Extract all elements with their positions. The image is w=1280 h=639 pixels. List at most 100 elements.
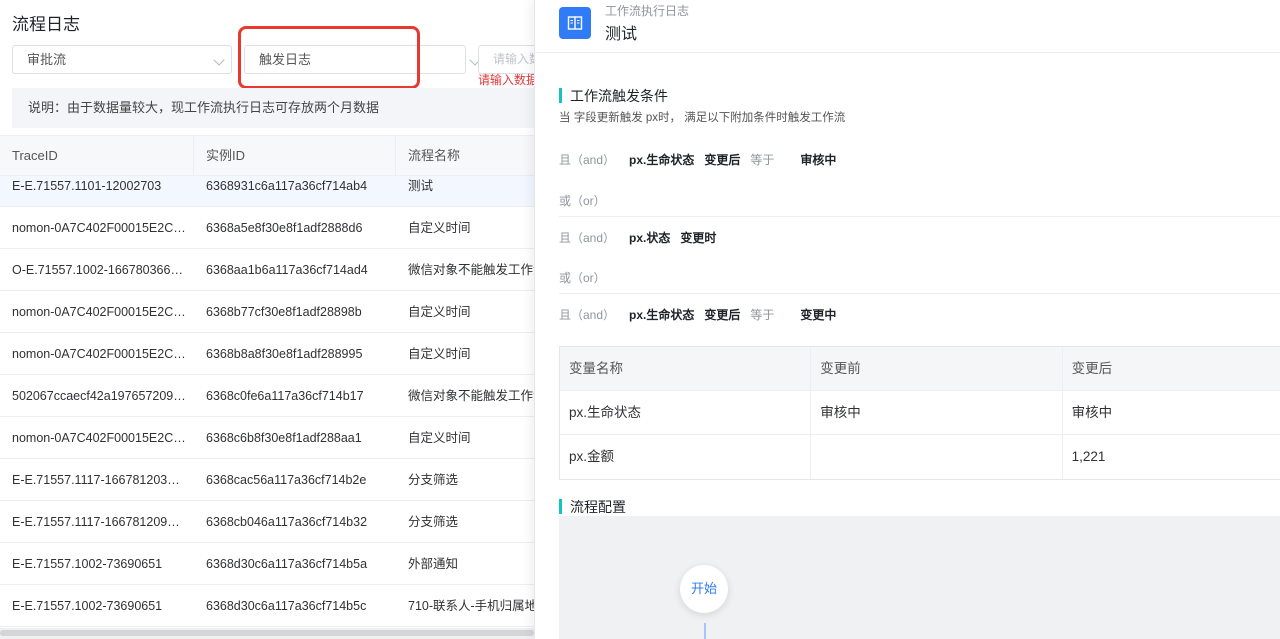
drawer-header: 工作流执行日志 测试 [535,0,1280,53]
table-row[interactable]: E-E.71557.1002-73690651 6368d30c6a117a36c… [0,585,534,627]
condition-row: 且（and） px.状态 变更时 [559,229,726,246]
trigger-description: 当 字段更新触发 px时， 满足以下附加条件时触发工作流 [559,112,846,124]
variable-name: px.金额 [560,435,812,479]
table-row[interactable]: E-E.71557.1117-16678120345... 6368cac56a1… [0,459,534,501]
horizontal-scrollbar[interactable] [0,628,534,639]
table-row[interactable]: E-E.71557.1117-16678120997... 6368cb046a1… [0,501,534,543]
column-header-after: 变更后 [1071,361,1113,376]
flow-name-cell: 分支筛选 [408,515,459,529]
trace-id-cell: 502067ccaecf42a1976572099... [12,389,191,403]
flow-type-select[interactable]: 审批流 [12,45,232,74]
instance-id-cell: 6368cac56a117a36cf714b2e [206,473,367,487]
instance-id-cell: 6368931c6a117a36cf714ab4 [206,179,368,193]
drawer-subtitle: 工作流执行日志 [605,4,690,18]
instance-id-cell: 6368a5e8f30e8f1adf2888d6 [206,221,363,235]
flow-name-cell: 分支筛选 [408,473,459,487]
trace-id-cell: nomon-0A7C402F00015E2C4... [12,347,191,361]
instance-id-cell: 6368b77cf30e8f1adf28898b [206,305,362,319]
value-before [811,435,1063,479]
flow-name-cell: 外部通知 [408,557,459,571]
log-list-panel: 流程日志 审批流 触发日志 请输入数 请输入数据 说明：由于数据量较大，现工作流… [0,0,534,639]
instance-id-cell: 6368aa1b6a117a36cf714ad4 [206,263,368,277]
flow-name-cell: 自定义时间 [408,431,471,445]
or-separator: 或（or） [559,271,606,285]
condition-value: 审核中 [800,153,837,167]
execution-log-drawer: 工作流执行日志 测试 工作流触发条件 当 字段更新触发 px时， 满足以下附加条… [534,0,1280,639]
flow-canvas[interactable]: 开始 [559,516,1280,639]
column-header-traceid[interactable]: TraceID [0,136,194,175]
condition-operator: 且（and） [559,231,616,245]
table-row[interactable]: E-E.71557.1101-12002703 6368931c6a117a36c… [0,176,534,207]
validation-error: 请输入数据 [478,73,534,87]
value-before: 审核中 [811,391,1063,434]
flow-name-cell: 710-联系人-手机归属地 [408,599,534,613]
value-after: 审核中 [1071,405,1113,420]
instance-id-cell: 6368c6b8f30e8f1adf288aa1 [206,431,362,445]
condition-operator: 且（and） [559,308,616,322]
flow-connector [704,623,706,639]
trace-id-cell: E-E.71557.1002-73690651 [12,557,163,571]
condition-operator: 且（and） [559,153,616,167]
column-header-flow-name[interactable]: 流程名称 [396,136,534,175]
search-input[interactable]: 请输入数 [478,45,534,74]
table-row[interactable]: nomon-0A7C402F00015E2C4... 6368b77cf30e8f… [0,291,534,333]
condition-compare: 等于 [750,153,775,167]
condition-when: 变更后 [704,308,741,322]
table-header: TraceID 实例ID 流程名称 [0,135,534,176]
condition-value: 变更中 [800,308,837,322]
section-title-config: 流程配置 [559,497,626,517]
instance-id-cell: 6368d30c6a117a36cf714b5a [206,557,368,571]
or-separator: 或（or） [559,194,606,208]
table-row[interactable]: nomon-0A7C402F00015E2C4... 6368a5e8f30e8f… [0,207,534,249]
instance-id-cell: 6368cb046a117a36cf714b32 [206,515,368,529]
scrollbar-thumb[interactable] [0,630,534,636]
start-node[interactable]: 开始 [680,565,728,613]
flow-name-cell: 自定义时间 [408,221,471,235]
book-icon [559,7,591,39]
instance-id-cell: 6368d30c6a117a36cf714b5c [206,599,367,613]
log-table: TraceID 实例ID 流程名称 E-E.71557.1101-1200270… [0,135,534,627]
column-header-instance-id[interactable]: 实例ID [194,136,396,175]
instance-id-cell: 6368b8a8f30e8f1adf288995 [206,347,363,361]
table-row[interactable]: 502067ccaecf42a1976572099... 6368c0fe6a11… [0,375,534,417]
trace-id-cell: nomon-0A7C402F00015E2C4... [12,431,191,445]
condition-row: 且（and） px.生命状态 变更后 等于 审核中 [559,151,846,168]
trace-id-cell: nomon-0A7C402F00015E2C4... [12,305,191,319]
variable-table: 变量名称 变更前 变更后 px.生命状态 审核中 审核中 px.金额 1,221 [559,346,1280,480]
condition-row: 且（and） px.生命状态 变更后 等于 变更中 [559,306,846,323]
highlight-box [238,26,420,89]
trace-id-cell: E-E.71557.1117-16678120345... [12,473,192,487]
condition-when: 变更时 [680,231,717,245]
trace-id-cell: O-E.71557.1002-1667803660... [12,263,188,277]
table-row[interactable]: E-E.71557.1002-73690651 6368d30c6a117a36c… [0,543,534,585]
table-row: px.金额 1,221 [560,435,1280,479]
condition-field: px.生命状态 [629,308,695,322]
flow-name-cell: 测试 [408,179,434,193]
chevron-down-icon [213,54,225,66]
variable-name: px.生命状态 [560,391,812,434]
flow-type-value: 审批流 [27,52,67,67]
condition-compare: 等于 [750,308,775,322]
page-title: 流程日志 [12,15,80,34]
table-row[interactable]: nomon-0A7C402F00015E2C4... 6368c6b8f30e8f… [0,417,534,459]
trace-id-cell: E-E.71557.1117-16678120997... [12,515,192,529]
divider [559,216,1280,217]
instance-id-cell: 6368c0fe6a117a36cf714b17 [206,389,364,403]
column-header-before: 变更前 [811,347,1063,390]
trace-id-cell: E-E.71557.1002-73690651 [12,599,163,613]
condition-when: 变更后 [704,153,741,167]
divider [559,293,1280,294]
section-title-trigger: 工作流触发条件 [559,86,668,106]
column-header-variable: 变量名称 [560,347,812,390]
table-row: px.生命状态 审核中 审核中 [560,391,1280,435]
drawer-title: 测试 [605,26,638,43]
trace-id-cell: E-E.71557.1101-12002703 [12,179,162,193]
flow-name-cell: 自定义时间 [408,347,471,361]
condition-field: px.状态 [629,231,671,245]
notice-banner: 说明：由于数据量较大，现工作流执行日志可存放两个月数据 [12,88,534,128]
table-row[interactable]: O-E.71557.1002-1667803660... 6368aa1b6a11… [0,249,534,291]
table-row[interactable]: nomon-0A7C402F00015E2C4... 6368b8a8f30e8f… [0,333,534,375]
flow-name-cell: 自定义时间 [408,305,471,319]
variable-table-header: 变量名称 变更前 变更后 [560,347,1280,391]
condition-field: px.生命状态 [629,153,695,167]
